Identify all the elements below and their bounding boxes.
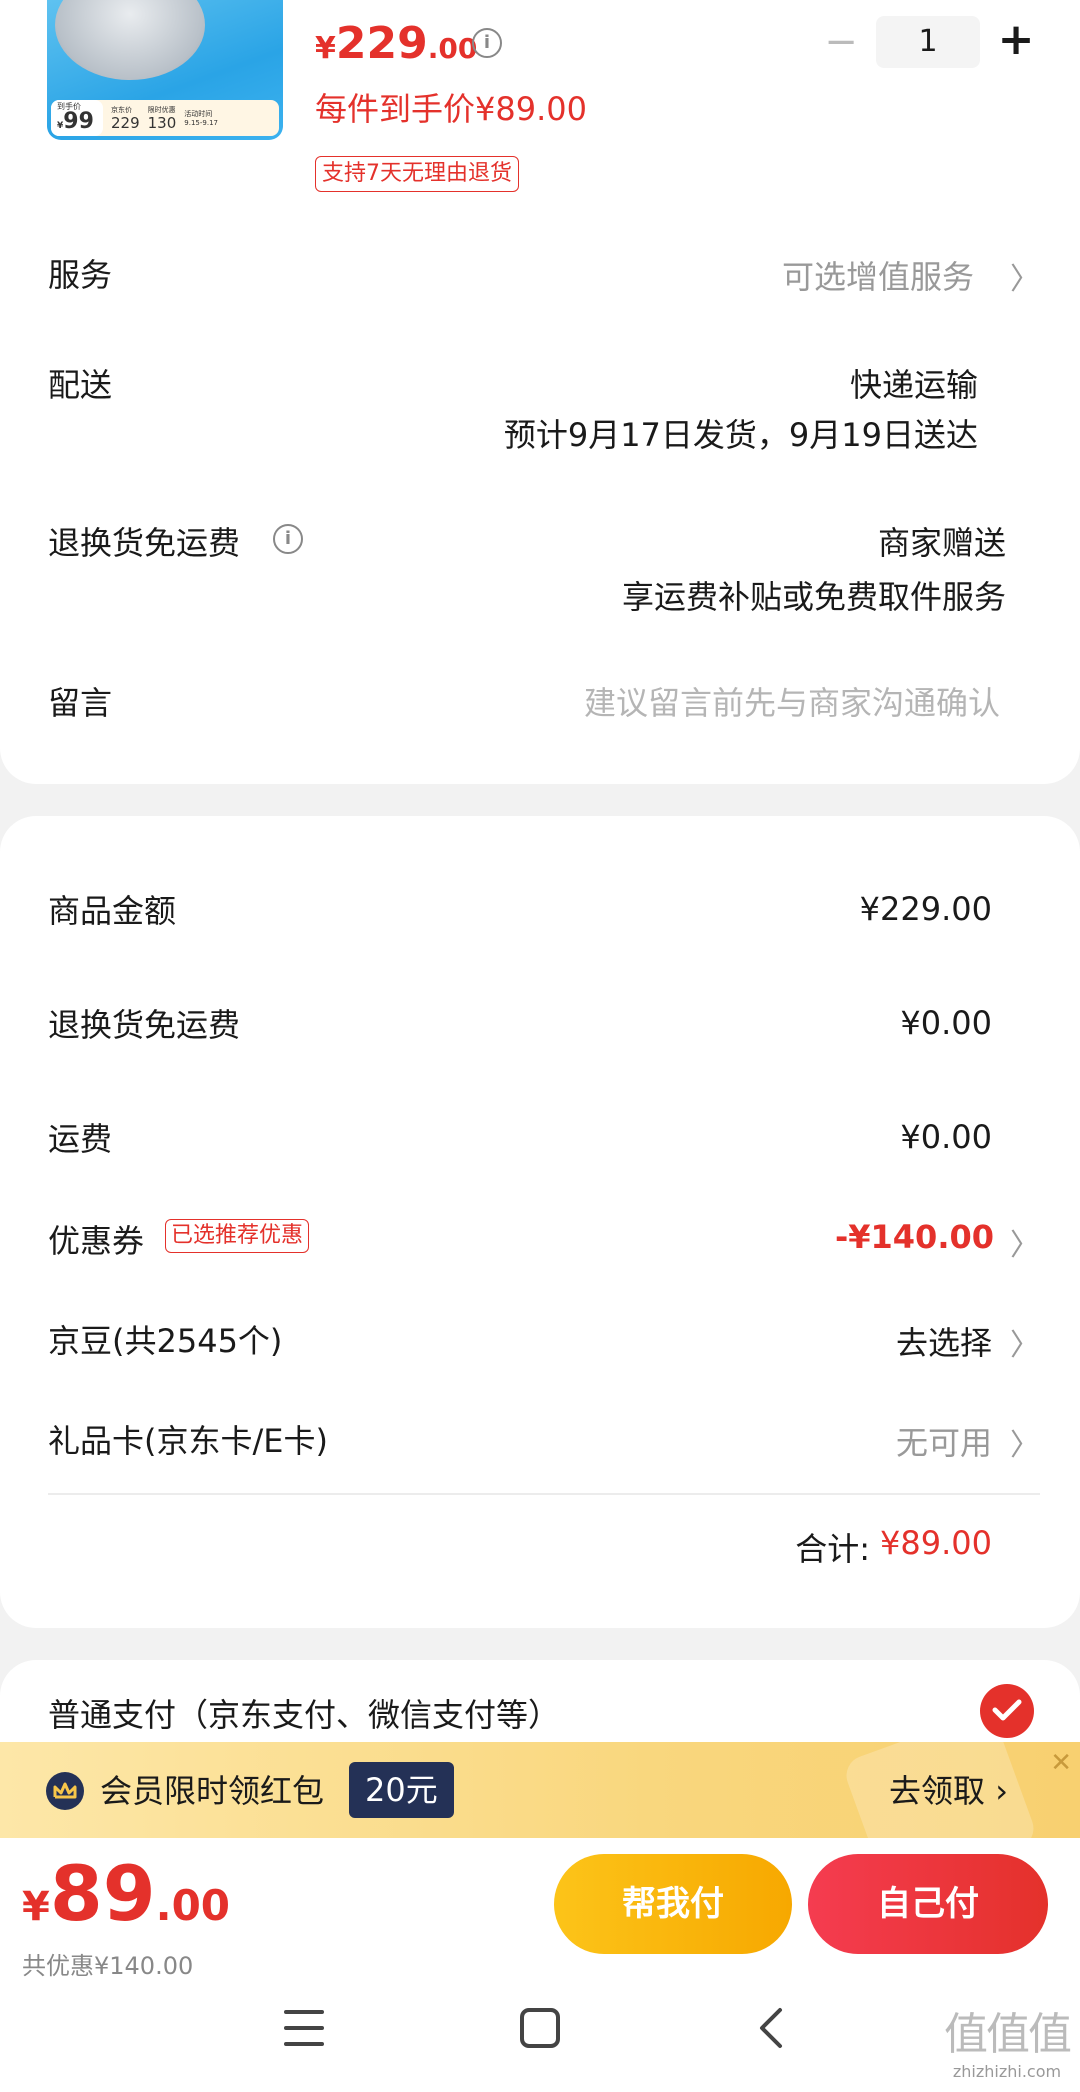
price-currency: ¥: [315, 31, 336, 66]
shipping-value: ¥0.00: [900, 1118, 992, 1156]
coupon-label: 优惠券: [48, 1222, 145, 1260]
order-summary-card: 商品金额 ¥229.00 退换货免运费 ¥0.00 运费 ¥0.00 优惠券 已…: [0, 816, 1080, 1628]
thumb-jd-value: 229: [111, 114, 140, 132]
price-integer: 229: [335, 18, 428, 69]
thumb-final-value: ¥99: [57, 108, 103, 136]
return-freight-label: 退换货免运费: [48, 524, 241, 562]
thumbnail-price-bar: 到手价 ¥99 京东价 229 限时优惠 130 活动时间 9.15-9.17: [51, 100, 279, 136]
watermark-logo-text: 值值值: [944, 2009, 1072, 2060]
help-me-pay-button[interactable]: 帮我付: [554, 1854, 792, 1954]
shipping-label: 运费: [48, 1120, 113, 1158]
return-freight-desc: 享运费补贴或免费取件服务: [621, 578, 1006, 616]
watermark: 值值值 zhizhizhi.com: [944, 1998, 1072, 2081]
chevron-right-icon[interactable]: 〉: [1010, 1220, 1040, 1264]
return-freight-value: 商家赠送: [877, 524, 1006, 562]
return-freight-summary-value: ¥0.00: [900, 1004, 992, 1042]
message-label: 留言: [48, 684, 113, 722]
total-value: ¥89.00: [880, 1524, 992, 1562]
final-price-decimal: .00: [155, 1881, 231, 1930]
banner-text: 会员限时领红包: [100, 1772, 325, 1810]
message-input[interactable]: 建议留言前先与商家沟通确认: [584, 678, 1000, 724]
quantity-input[interactable]: 1: [876, 16, 980, 68]
back-icon[interactable]: [756, 2006, 786, 2054]
goods-amount-label: 商品金额: [48, 892, 177, 930]
delivery-eta: 预计9月17日发货，9月19日送达: [503, 416, 978, 454]
product-thumbnail[interactable]: 到手价 ¥99 京东价 229 限时优惠 130 活动时间 9.15-9.17: [47, 0, 283, 140]
thumb-time-value: 9.15-9.17: [184, 119, 218, 127]
return-freight-summary-label: 退换货免运费: [48, 1006, 241, 1044]
banner-claim-link[interactable]: 去领取 ›: [889, 1766, 1008, 1812]
member-redpacket-banner[interactable]: 会员限时领红包 20元 去领取 › ✕: [0, 1742, 1080, 1838]
close-icon[interactable]: ✕: [1050, 1748, 1072, 1778]
jingdou-select[interactable]: 去选择: [896, 1318, 992, 1364]
system-nav-bar: 值值值 zhizhizhi.com: [0, 1988, 1080, 2092]
thumb-final-number: 99: [63, 108, 94, 134]
info-icon[interactable]: i: [273, 524, 303, 554]
chevron-right-icon[interactable]: 〉: [1010, 1320, 1040, 1364]
watermark-url: zhizhizhi.com: [952, 2062, 1062, 2081]
thumb-limit-value: 130: [147, 114, 177, 132]
total-label: 合计:: [795, 1530, 870, 1568]
coupon-value[interactable]: -¥140.00: [835, 1218, 994, 1256]
return-policy-tag: 支持7天无理由退货: [315, 156, 519, 192]
home-icon[interactable]: [520, 2008, 560, 2048]
pay-myself-button[interactable]: 自己付: [808, 1854, 1048, 1954]
goods-amount-value: ¥229.00: [859, 890, 992, 928]
total-discount: 共优惠¥140.00: [22, 1952, 194, 1980]
final-price: ¥ 89 .00: [22, 1854, 230, 1934]
menu-icon[interactable]: [284, 2010, 324, 2046]
thumb-limit-price: 限时优惠 130: [140, 105, 177, 131]
shoe-image: [55, 0, 205, 80]
service-label: 服务: [48, 256, 113, 294]
final-price-currency: ¥: [22, 1884, 50, 1930]
quantity-increase-button[interactable]: +: [996, 18, 1036, 62]
thumb-final-price: 到手价 ¥99: [51, 100, 103, 136]
banner-amount-badge: 20元: [349, 1762, 454, 1818]
divider: [48, 1493, 1040, 1495]
product-price: ¥ 229 .00: [315, 18, 477, 69]
jingdou-label: 京豆(共2545个): [48, 1322, 283, 1360]
thumb-activity-time: 活动时间 9.15-9.17: [176, 109, 218, 127]
final-price-integer: 89: [49, 1849, 156, 1938]
price-decimal: .00: [427, 32, 478, 65]
thumb-jd-price: 京东价 229: [103, 105, 140, 131]
chevron-right-icon[interactable]: 〉: [1010, 254, 1040, 298]
payment-method-label[interactable]: 普通支付（京东支付、微信支付等）: [48, 1690, 560, 1736]
delivery-method: 快递运输: [849, 366, 978, 404]
giftcard-label: 礼品卡(京东卡/E卡): [48, 1422, 328, 1460]
vip-crown-icon: [46, 1772, 84, 1810]
product-card: 到手价 ¥99 京东价 229 限时优惠 130 活动时间 9.15-9.17 …: [0, 0, 1080, 784]
service-value[interactable]: 可选增值服务: [782, 252, 974, 298]
giftcard-value[interactable]: 无可用: [896, 1418, 992, 1464]
check-icon[interactable]: [980, 1684, 1034, 1738]
per-item-price: 每件到手价¥89.00: [315, 90, 587, 128]
quantity-decrease-button[interactable]: −: [823, 22, 859, 62]
thumb-time-label: 活动时间: [184, 110, 213, 118]
info-icon[interactable]: i: [472, 28, 502, 58]
coupon-recommended-tag: 已选推荐优惠: [165, 1219, 310, 1253]
chevron-right-icon[interactable]: 〉: [1010, 1420, 1040, 1464]
delivery-label: 配送: [48, 366, 113, 404]
